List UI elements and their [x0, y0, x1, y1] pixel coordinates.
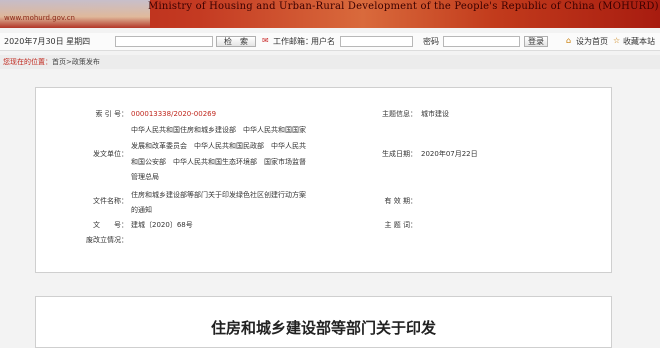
topic-value: 城市建设 [421, 110, 449, 118]
top-toolbar: 2020年7月30日 星期四 检 索 ✉ 工作邮箱： 用户名 密码 登录 ⌂ 设… [0, 33, 660, 51]
home-icon: ⌂ [566, 36, 572, 45]
validity-label: 有 效 期： [384, 197, 417, 205]
site-banner: www.mohurd.gov.cn Ministry of Housing an… [0, 0, 660, 28]
username-input[interactable] [340, 36, 413, 47]
current-date: 2020年7月30日 星期四 [4, 37, 91, 46]
work-email-label: 工作邮箱： [273, 37, 313, 46]
docname-line-1: 住房和城乡建设部等部门关于印发绿色社区创建行动方案 [131, 191, 306, 199]
issuer-line-3: 和国公安部 中华人民共和国生态环境部 国家市场监督 [131, 158, 306, 166]
issuer-line-1: 中华人民共和国住房和城乡建设部 中华人民共和国国家 [131, 126, 306, 134]
document-title: 住房和城乡建设部等部门关于印发 [210, 319, 436, 337]
date-label: 生成日期： [382, 150, 417, 158]
site-url[interactable]: www.mohurd.gov.cn [4, 14, 75, 22]
location-label: 您现在的位置： [3, 58, 52, 66]
date-value: 2020年07月22日 [421, 150, 478, 158]
breadcrumb: 您现在的位置：首页>政策发布 [0, 55, 660, 69]
login-button[interactable]: 登录 [524, 36, 548, 47]
star-icon: ☆ [613, 36, 621, 45]
search-button[interactable]: 检 索 [216, 36, 256, 47]
document-body-panel: 住房和城乡建设部等部门关于印发 [35, 296, 612, 348]
password-input[interactable] [443, 36, 520, 47]
keywords-label: 主 题 词： [384, 221, 417, 229]
bookmark-link[interactable]: 收藏本站 [623, 36, 655, 47]
breadcrumb-home[interactable]: 首页 [52, 58, 66, 66]
issuer-line-2: 发展和改革委员会 中华人民共和国民政部 中华人民共 [131, 142, 306, 150]
docname-label: 文件名称： [93, 197, 128, 205]
ministry-title: Ministry of Housing and Urban-Rural Deve… [148, 1, 659, 12]
number-label: 文 号： [93, 221, 128, 229]
interpret-label: 废改立情况： [86, 236, 128, 244]
issuer-line-4: 管理总局 [131, 173, 159, 181]
index-value: 000013338/2020-00269 [131, 110, 217, 118]
docname-line-2: 的通知 [131, 206, 152, 214]
search-input[interactable] [115, 36, 213, 47]
topic-label: 主题信息： [382, 110, 417, 118]
issuer-label: 发文单位： [93, 150, 128, 158]
document-meta-panel: 索 引 号： 000013338/2020-00269 主题信息： 城市建设 发… [35, 87, 612, 273]
index-label: 索 引 号： [95, 110, 128, 118]
username-label: 用户名 [311, 37, 335, 46]
password-label: 密码 [423, 37, 439, 46]
breadcrumb-section[interactable]: 政策发布 [72, 58, 100, 66]
number-value: 建城〔2020〕68号 [131, 221, 193, 229]
set-home-link[interactable]: 设为首页 [576, 36, 608, 47]
mail-icon: ✉ [262, 36, 269, 45]
